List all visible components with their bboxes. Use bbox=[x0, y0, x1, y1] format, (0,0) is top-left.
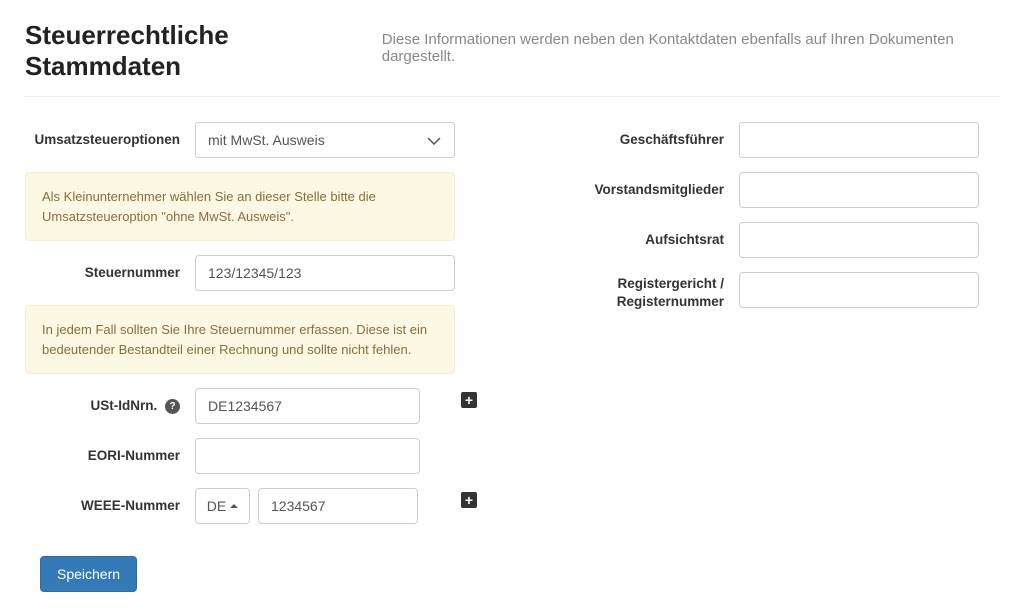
board-input[interactable] bbox=[739, 172, 979, 208]
vat-id-label: USt-IdNrn. ? bbox=[25, 397, 195, 415]
tax-number-input[interactable] bbox=[195, 255, 455, 291]
eori-row: EORI-Nummer bbox=[25, 438, 455, 474]
save-button[interactable]: Speichern bbox=[40, 556, 137, 592]
add-weee-button[interactable]: + bbox=[461, 492, 477, 508]
registry-input[interactable] bbox=[739, 272, 979, 308]
registry-label: Registergericht / Registernummer bbox=[579, 272, 739, 310]
eori-label: EORI-Nummer bbox=[25, 447, 195, 465]
supervisory-input[interactable] bbox=[739, 222, 979, 258]
page-header: Steuerrechtliche Stammdaten Diese Inform… bbox=[25, 20, 999, 97]
weee-row: WEEE-Nummer DE + bbox=[25, 488, 455, 524]
vat-id-input[interactable] bbox=[195, 388, 420, 424]
weee-label: WEEE-Nummer bbox=[25, 497, 195, 515]
ceo-row: Geschäftsführer bbox=[579, 122, 979, 158]
weee-number-input[interactable] bbox=[258, 488, 418, 524]
tax-number-row: Steuernummer bbox=[25, 255, 455, 291]
registry-row: Registergericht / Registernummer bbox=[579, 272, 979, 310]
vat-id-row: USt-IdNrn. ? + bbox=[25, 388, 455, 424]
page-title: Steuerrechtliche Stammdaten bbox=[25, 20, 374, 82]
ceo-input[interactable] bbox=[739, 122, 979, 158]
vat-info-box: Als Kleinunternehmer wählen Sie an diese… bbox=[25, 172, 455, 241]
tax-number-label: Steuernummer bbox=[25, 264, 195, 282]
vat-options-row: Umsatzsteueroptionen bbox=[25, 122, 455, 158]
vat-options-select[interactable] bbox=[195, 122, 455, 158]
vat-options-label: Umsatzsteueroptionen bbox=[25, 131, 195, 149]
board-row: Vorstandsmitglieder bbox=[579, 172, 979, 208]
board-label: Vorstandsmitglieder bbox=[579, 181, 739, 199]
tax-number-info-box: In jedem Fall sollten Sie Ihre Steuernum… bbox=[25, 305, 455, 374]
supervisory-row: Aufsichtsrat bbox=[579, 222, 979, 258]
ceo-label: Geschäftsführer bbox=[579, 131, 739, 149]
add-vat-id-button[interactable]: + bbox=[461, 392, 477, 408]
supervisory-label: Aufsichtsrat bbox=[579, 231, 739, 249]
weee-country-select[interactable]: DE bbox=[195, 488, 250, 524]
caret-up-icon bbox=[230, 504, 238, 508]
eori-input[interactable] bbox=[195, 438, 420, 474]
page-subtitle: Diese Informationen werden neben den Kon… bbox=[382, 31, 999, 65]
help-icon[interactable]: ? bbox=[165, 399, 180, 414]
